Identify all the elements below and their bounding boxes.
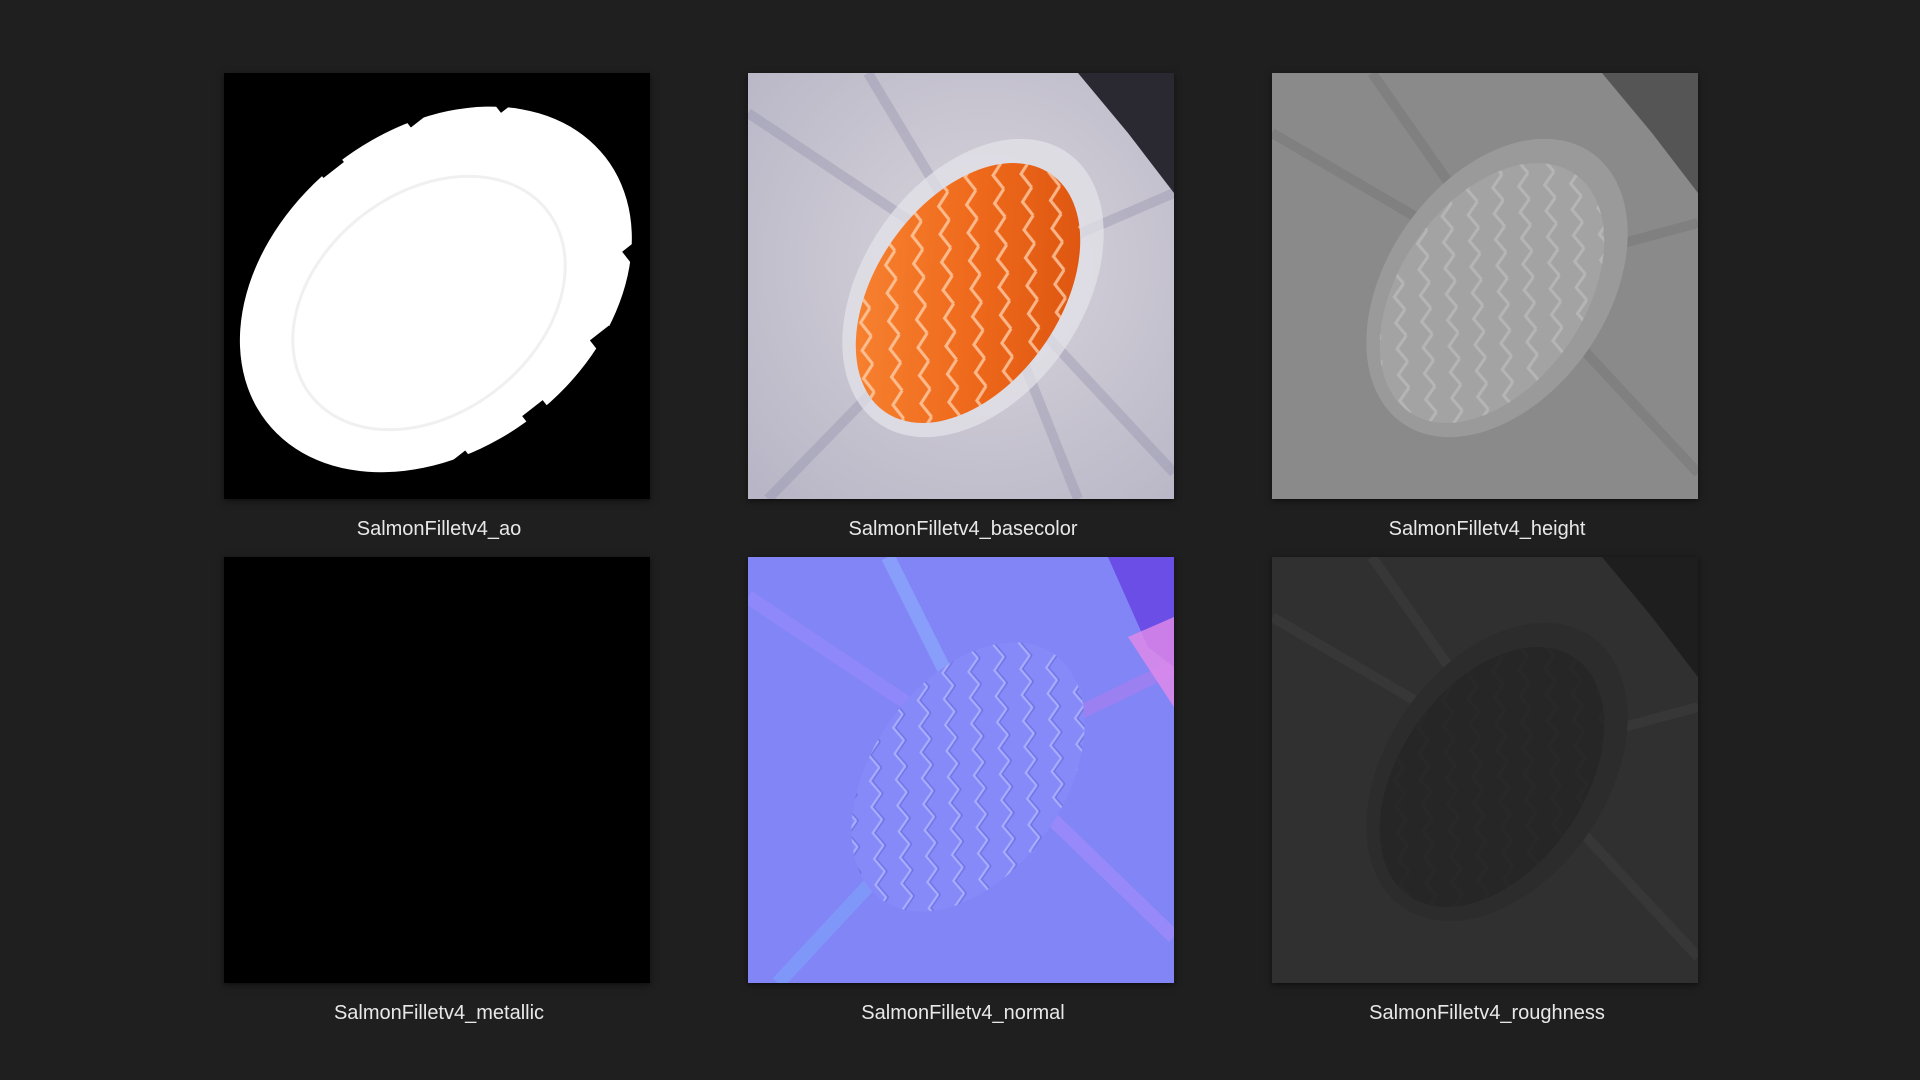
height-map-thumbnail[interactable]	[1272, 73, 1698, 499]
file-name-label: SalmonFilletv4_roughness	[1369, 1002, 1605, 1024]
file-name-label: SalmonFilletv4_metallic	[333, 1002, 545, 1024]
file-tile-basecolor[interactable]: SalmonFilletv4_basecolor	[748, 73, 1174, 543]
file-tile-metallic[interactable]: SalmonFilletv4_metallic	[224, 557, 650, 1027]
basecolor-map-image	[748, 73, 1174, 499]
basecolor-map-thumbnail[interactable]	[748, 73, 1174, 499]
file-grid: SalmonFilletv4_ao SalmonFilletv4_basecol…	[0, 0, 1920, 1080]
metallic-map-image	[224, 557, 650, 983]
roughness-map-image	[1272, 557, 1698, 983]
file-tile-ao[interactable]: SalmonFilletv4_ao	[224, 73, 650, 543]
file-name-label: SalmonFilletv4_height	[1388, 518, 1586, 540]
height-map-image	[1272, 73, 1698, 499]
roughness-map-thumbnail[interactable]	[1272, 557, 1698, 983]
file-tile-roughness[interactable]: SalmonFilletv4_roughness	[1272, 557, 1698, 1027]
file-name-label: SalmonFilletv4_normal	[861, 1002, 1065, 1024]
file-name-label: SalmonFilletv4_ao	[356, 518, 522, 540]
metallic-map-thumbnail[interactable]	[224, 557, 650, 983]
file-tile-normal[interactable]: SalmonFilletv4_normal	[748, 557, 1174, 1027]
ao-map-thumbnail[interactable]	[224, 73, 650, 499]
normal-map-image	[748, 557, 1174, 983]
file-name-label: SalmonFilletv4_basecolor	[848, 518, 1078, 540]
ao-map-image	[224, 73, 650, 499]
normal-map-thumbnail[interactable]	[748, 557, 1174, 983]
file-tile-height[interactable]: SalmonFilletv4_height	[1272, 73, 1698, 543]
